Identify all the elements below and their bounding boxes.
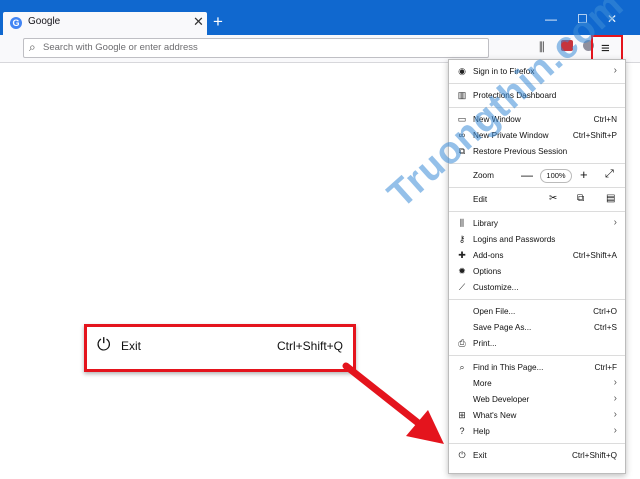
search-icon: ⌕ [29,40,36,54]
menu-item-more[interactable]: More › [449,376,625,392]
power-icon: ⏻ [97,335,111,354]
menu-item-logins[interactable]: ⚷ Logins and Passwords [449,232,625,248]
menu-item-library[interactable]: ⫼ Library › [449,216,625,232]
tab-close-icon[interactable]: ✕ [193,14,204,30]
divider [449,299,625,300]
chevron-right-icon: › [613,425,617,436]
zoom-out-button[interactable]: — [521,168,533,182]
divider [449,187,625,188]
tab-strip: G Google ✕ + — ☐ ✕ [0,0,640,35]
menu-item-options[interactable]: ✹ Options [449,264,625,280]
new-tab-button[interactable]: + [213,13,223,31]
menu-item-zoom: Zoom — 100% + ⤢ [473,167,614,183]
zoom-reset-button[interactable]: 100% [540,169,572,183]
tab-google[interactable]: G Google ✕ [3,12,207,35]
fullscreen-icon[interactable]: ⤢ [605,168,614,181]
divider [449,355,625,356]
menu-item-open-file[interactable]: Open File... Ctrl+O [449,304,625,320]
chevron-right-icon: › [613,65,617,76]
menu-item-save-page[interactable]: Save Page As... Ctrl+S [449,320,625,336]
gift-icon: ⊞ [458,410,466,420]
zoom-in-button[interactable]: + [580,167,588,182]
key-icon: ⚷ [458,234,466,244]
copy-icon[interactable]: ⧉ [577,193,584,204]
menu-item-print[interactable]: ⎙ Print... [449,336,625,352]
url-placeholder: Search with Google or enter address [43,42,198,53]
puzzle-icon: ✚ [458,250,466,260]
url-bar[interactable]: ⌕ Search with Google or enter address [23,38,489,58]
callout-shortcut: Ctrl+Shift+Q [276,339,343,353]
exit-callout: ⏻ Exit Ctrl+Shift+Q [84,324,356,372]
chevron-right-icon: › [613,409,617,420]
menu-item-addons[interactable]: ✚ Add-ons Ctrl+Shift+A [449,248,625,264]
paste-icon[interactable]: ▤ [606,193,615,204]
menu-item-exit[interactable]: ⏻ Exit Ctrl+Shift+Q [449,448,625,464]
cut-icon[interactable]: ✂ [549,193,557,204]
printer-icon: ⎙ [458,338,466,348]
google-favicon-icon: G [10,17,22,29]
pointer-arrow-icon [342,362,444,444]
chevron-right-icon: › [613,393,617,404]
menu-item-web-developer[interactable]: Web Developer › [449,392,625,408]
gear-icon: ✹ [458,266,466,276]
dashboard-icon: ▥ [457,90,467,100]
search-icon: ⌕ [459,362,465,372]
paintbrush-icon: ⟋ [458,282,466,292]
chevron-right-icon: › [613,217,617,228]
divider [449,211,625,212]
menu-item-edit: Edit ✂ ⧉ ▤ [473,193,616,204]
menu-item-find[interactable]: ⌕ Find in This Page... Ctrl+F [449,360,625,376]
chevron-right-icon: › [613,377,617,388]
account-icon: ◉ [458,66,466,76]
menu-item-whats-new[interactable]: ⊞ What's New › [449,408,625,424]
help-icon: ? [459,426,465,436]
minimize-button[interactable]: — [545,12,557,26]
callout-label: Exit [121,339,142,353]
tab-title: Google [28,16,61,27]
menu-item-customize[interactable]: ⟋ Customize... [449,280,625,296]
power-icon: ⏻ [458,450,466,460]
divider [449,163,625,164]
menu-item-help[interactable]: ? Help › [449,424,625,440]
divider [449,443,625,444]
library-icon: ⫼ [459,218,465,228]
